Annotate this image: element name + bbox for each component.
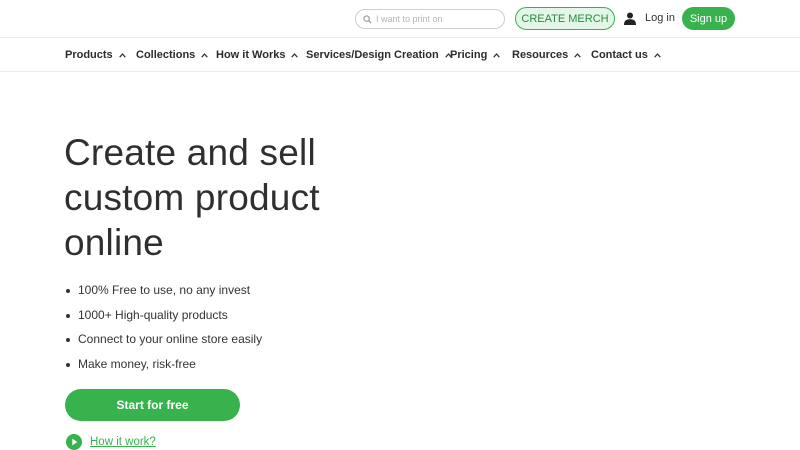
nav-item-label: Resources [512, 49, 569, 61]
how-it-work-link[interactable]: How it work? [66, 434, 156, 450]
nav-item-label: Products [65, 49, 113, 61]
nav-item-label: How it Works [216, 49, 286, 61]
search-input[interactable] [376, 14, 496, 24]
feature-item: Make money, risk-free [66, 356, 262, 381]
hero-title-line: custom product [64, 177, 320, 218]
nav-item-label: Collections [136, 49, 196, 61]
top-bar: CREATE MERCH Log in Sign up [0, 0, 800, 38]
create-merch-button[interactable]: CREATE MERCH [515, 7, 615, 30]
chevron-up-icon [201, 52, 209, 58]
start-for-free-button[interactable]: Start for free [65, 389, 240, 421]
nav-item-resources[interactable]: Resources [512, 38, 582, 72]
nav-item-label: Pricing [450, 49, 488, 61]
feature-item: Connect to your online store easily [66, 331, 262, 356]
nav-item-label: Contact us [591, 49, 648, 61]
search-box[interactable] [355, 9, 505, 29]
hero-title: Create and sell custom product online [64, 130, 404, 265]
nav-item-contact-us[interactable]: Contact us [591, 38, 661, 72]
user-icon[interactable] [624, 12, 636, 25]
feature-item: 1000+ High-quality products [66, 307, 262, 332]
signup-button[interactable]: Sign up [682, 7, 735, 30]
hero-title-line: online [64, 222, 164, 263]
nav-item-products[interactable]: Products [65, 38, 126, 72]
nav-item-services[interactable]: Services/Design Creation [306, 38, 452, 72]
how-it-work-label: How it work? [90, 436, 156, 448]
nav-item-how-it-works[interactable]: How it Works [216, 38, 299, 72]
chevron-up-icon [493, 52, 501, 58]
chevron-up-icon [574, 52, 582, 58]
chevron-up-icon [654, 52, 661, 58]
login-link[interactable]: Log in [645, 12, 675, 24]
nav-item-pricing[interactable]: Pricing [450, 38, 501, 72]
chevron-up-icon [118, 52, 126, 58]
play-circle-icon [66, 434, 82, 450]
feature-item: 100% Free to use, no any invest [66, 282, 262, 307]
nav-item-collections[interactable]: Collections [136, 38, 209, 72]
feature-list: 100% Free to use, no any invest 1000+ Hi… [66, 282, 262, 380]
search-icon [363, 14, 372, 24]
nav-item-label: Services/Design Creation [306, 49, 439, 61]
hero-title-line: Create and sell [64, 132, 316, 173]
chevron-up-icon [291, 52, 299, 58]
main-nav: Products Collections How it Works Servic… [0, 37, 800, 72]
